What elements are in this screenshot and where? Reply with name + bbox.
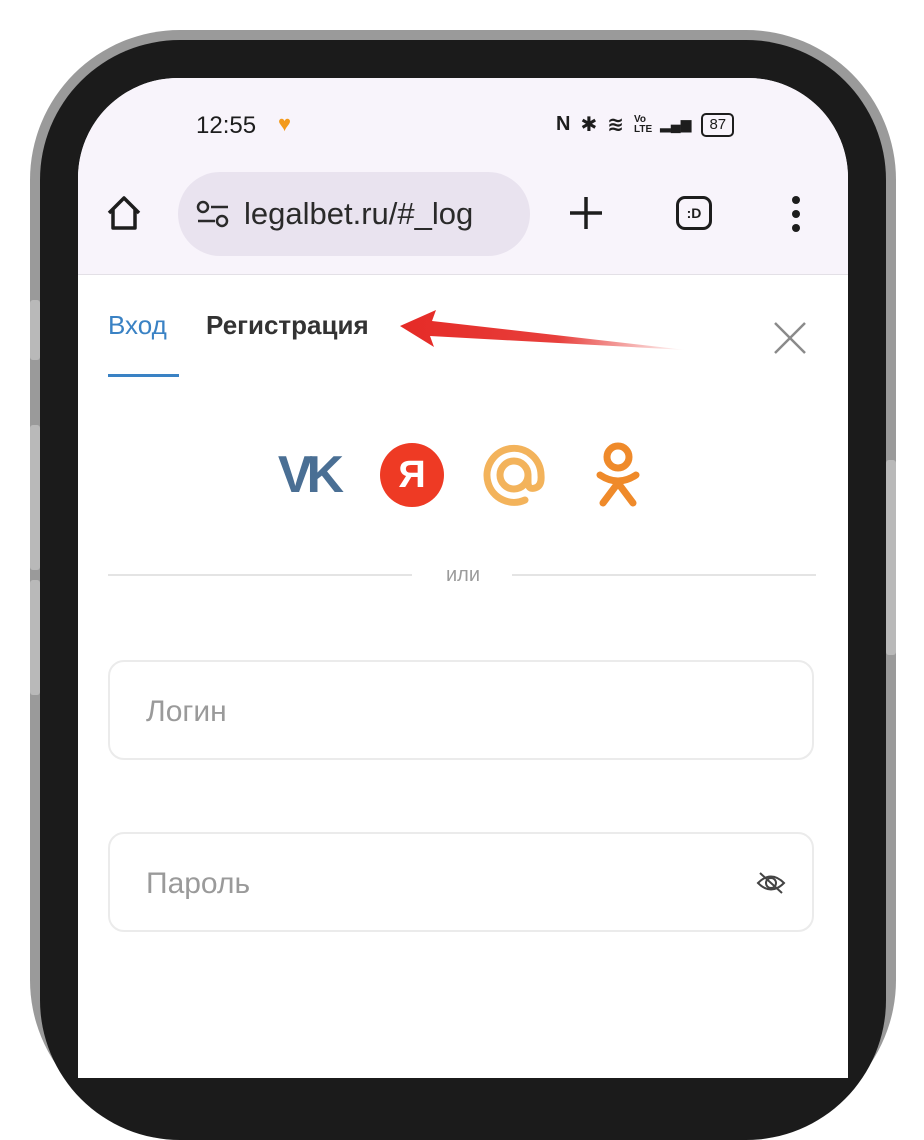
password-placeholder: Пароль [146, 867, 251, 900]
close-icon[interactable] [772, 320, 808, 356]
signal-icon: ▂▄▆ [659, 116, 692, 132]
ok-login-button[interactable] [580, 440, 656, 510]
more-menu-icon[interactable] [790, 194, 802, 234]
vk-login-button[interactable]: VK [270, 440, 346, 510]
login-field[interactable]: Логин [108, 660, 814, 760]
address-bar[interactable]: legalbet.ru/#_log [178, 172, 530, 256]
red-arrow-annotation [400, 310, 686, 350]
site-settings-icon[interactable] [196, 199, 230, 229]
bluetooth-icon: ✱ [580, 114, 598, 136]
tab-register[interactable]: Регистрация [206, 310, 369, 341]
phone-side-button [30, 300, 40, 360]
divider-line-left [108, 574, 412, 576]
url-text[interactable]: legalbet.ru/#_log [244, 196, 473, 232]
phone-screen: 12:55 ♥ N ✱ ≋ Vo LTE ▂▄▆ 87 legalbet.ru/… [78, 78, 848, 1078]
odnoklassniki-icon [596, 442, 640, 507]
heart-icon: ♥ [278, 111, 292, 136]
yandex-icon: Я [380, 443, 444, 507]
phone-side-button [30, 580, 40, 695]
browser-chrome: 12:55 ♥ N ✱ ≋ Vo LTE ▂▄▆ 87 legalbet.ru/… [78, 78, 848, 275]
eye-off-icon[interactable] [756, 870, 786, 896]
mailru-login-button[interactable] [476, 440, 552, 510]
tab-login[interactable]: Вход [108, 310, 167, 341]
volte-icon: Vo LTE [633, 113, 653, 135]
phone-power-button [886, 460, 896, 655]
nfc-icon: N [556, 113, 571, 135]
password-field[interactable]: Пароль [108, 832, 814, 932]
wifi-icon: ≋ [607, 114, 624, 136]
tab-login-underline [108, 374, 179, 377]
vk-icon: VK [277, 446, 344, 504]
phone-side-button [30, 425, 40, 570]
home-icon[interactable] [104, 193, 144, 233]
divider-line-right [512, 574, 816, 576]
battery-icon: 87 [701, 112, 735, 137]
mail-at-icon [483, 444, 545, 506]
login-placeholder: Логин [146, 695, 227, 728]
new-tab-icon[interactable] [566, 193, 606, 233]
status-time: 12:55 [196, 112, 257, 139]
divider-text: или [445, 564, 480, 586]
tabs-switcher-button[interactable]: :D [676, 196, 712, 230]
yandex-login-button[interactable]: Я [374, 440, 450, 510]
status-icons: N ✱ ≋ Vo LTE ▂▄▆ 87 [556, 112, 735, 137]
